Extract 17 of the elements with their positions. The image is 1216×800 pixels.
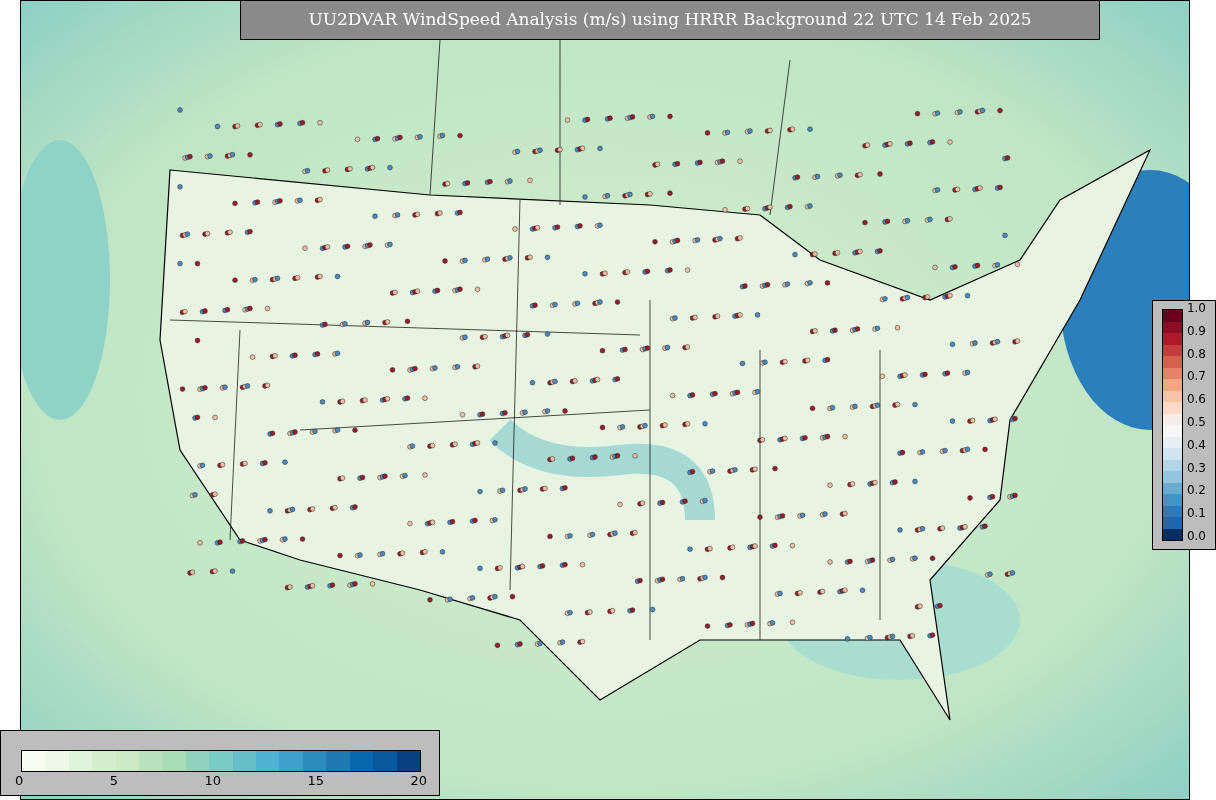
scale-label: 0.4 — [1186, 437, 1206, 452]
scale-label: 1.0 — [1186, 301, 1206, 315]
scale-label: 0.8 — [1186, 346, 1206, 361]
scale-label: 0.6 — [1186, 392, 1206, 407]
scale-label: 20 — [410, 772, 427, 790]
map-title: UU2DVAR WindSpeed Analysis (m/s) using HRRR Background 22 UTC 14 Feb 2025 — [240, 0, 1100, 40]
scale-label: 0.1 — [1186, 506, 1206, 521]
scale-label: 0.2 — [1186, 483, 1206, 498]
scale-label: 0.0 — [1186, 528, 1206, 543]
scale-label: 5 — [109, 772, 118, 790]
scale-label: 0.7 — [1186, 369, 1206, 384]
scale-label: 0 — [15, 772, 24, 790]
scale-label: 0.5 — [1186, 415, 1206, 429]
scale-label: 15 — [307, 772, 324, 790]
scale-label: 0.3 — [1186, 460, 1206, 475]
scale-label: 10 — [204, 772, 221, 790]
scale-label: 0.9 — [1186, 323, 1206, 338]
